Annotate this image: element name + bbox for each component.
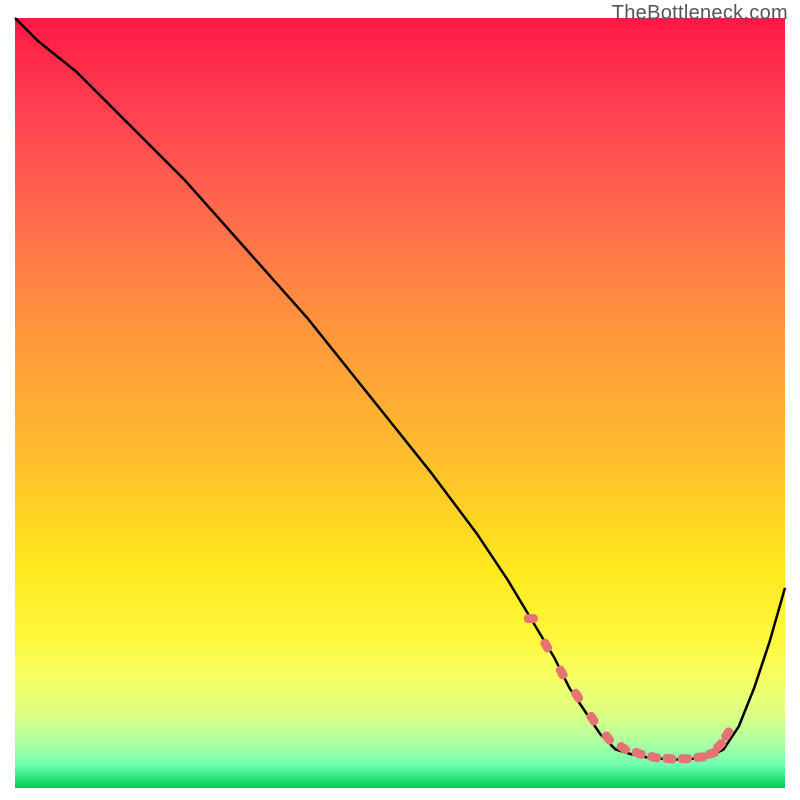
- highlight-dot: [662, 754, 677, 764]
- bottleneck-curve-line: [15, 18, 785, 760]
- highlight-dots-group: [524, 614, 735, 764]
- chart-container: TheBottleneck.com: [0, 0, 800, 800]
- highlight-dot: [554, 664, 569, 681]
- highlight-dot: [678, 754, 692, 763]
- highlight-dot: [646, 751, 662, 763]
- chart-svg: [15, 18, 785, 788]
- highlight-dot: [524, 614, 538, 623]
- highlight-dot: [600, 730, 616, 747]
